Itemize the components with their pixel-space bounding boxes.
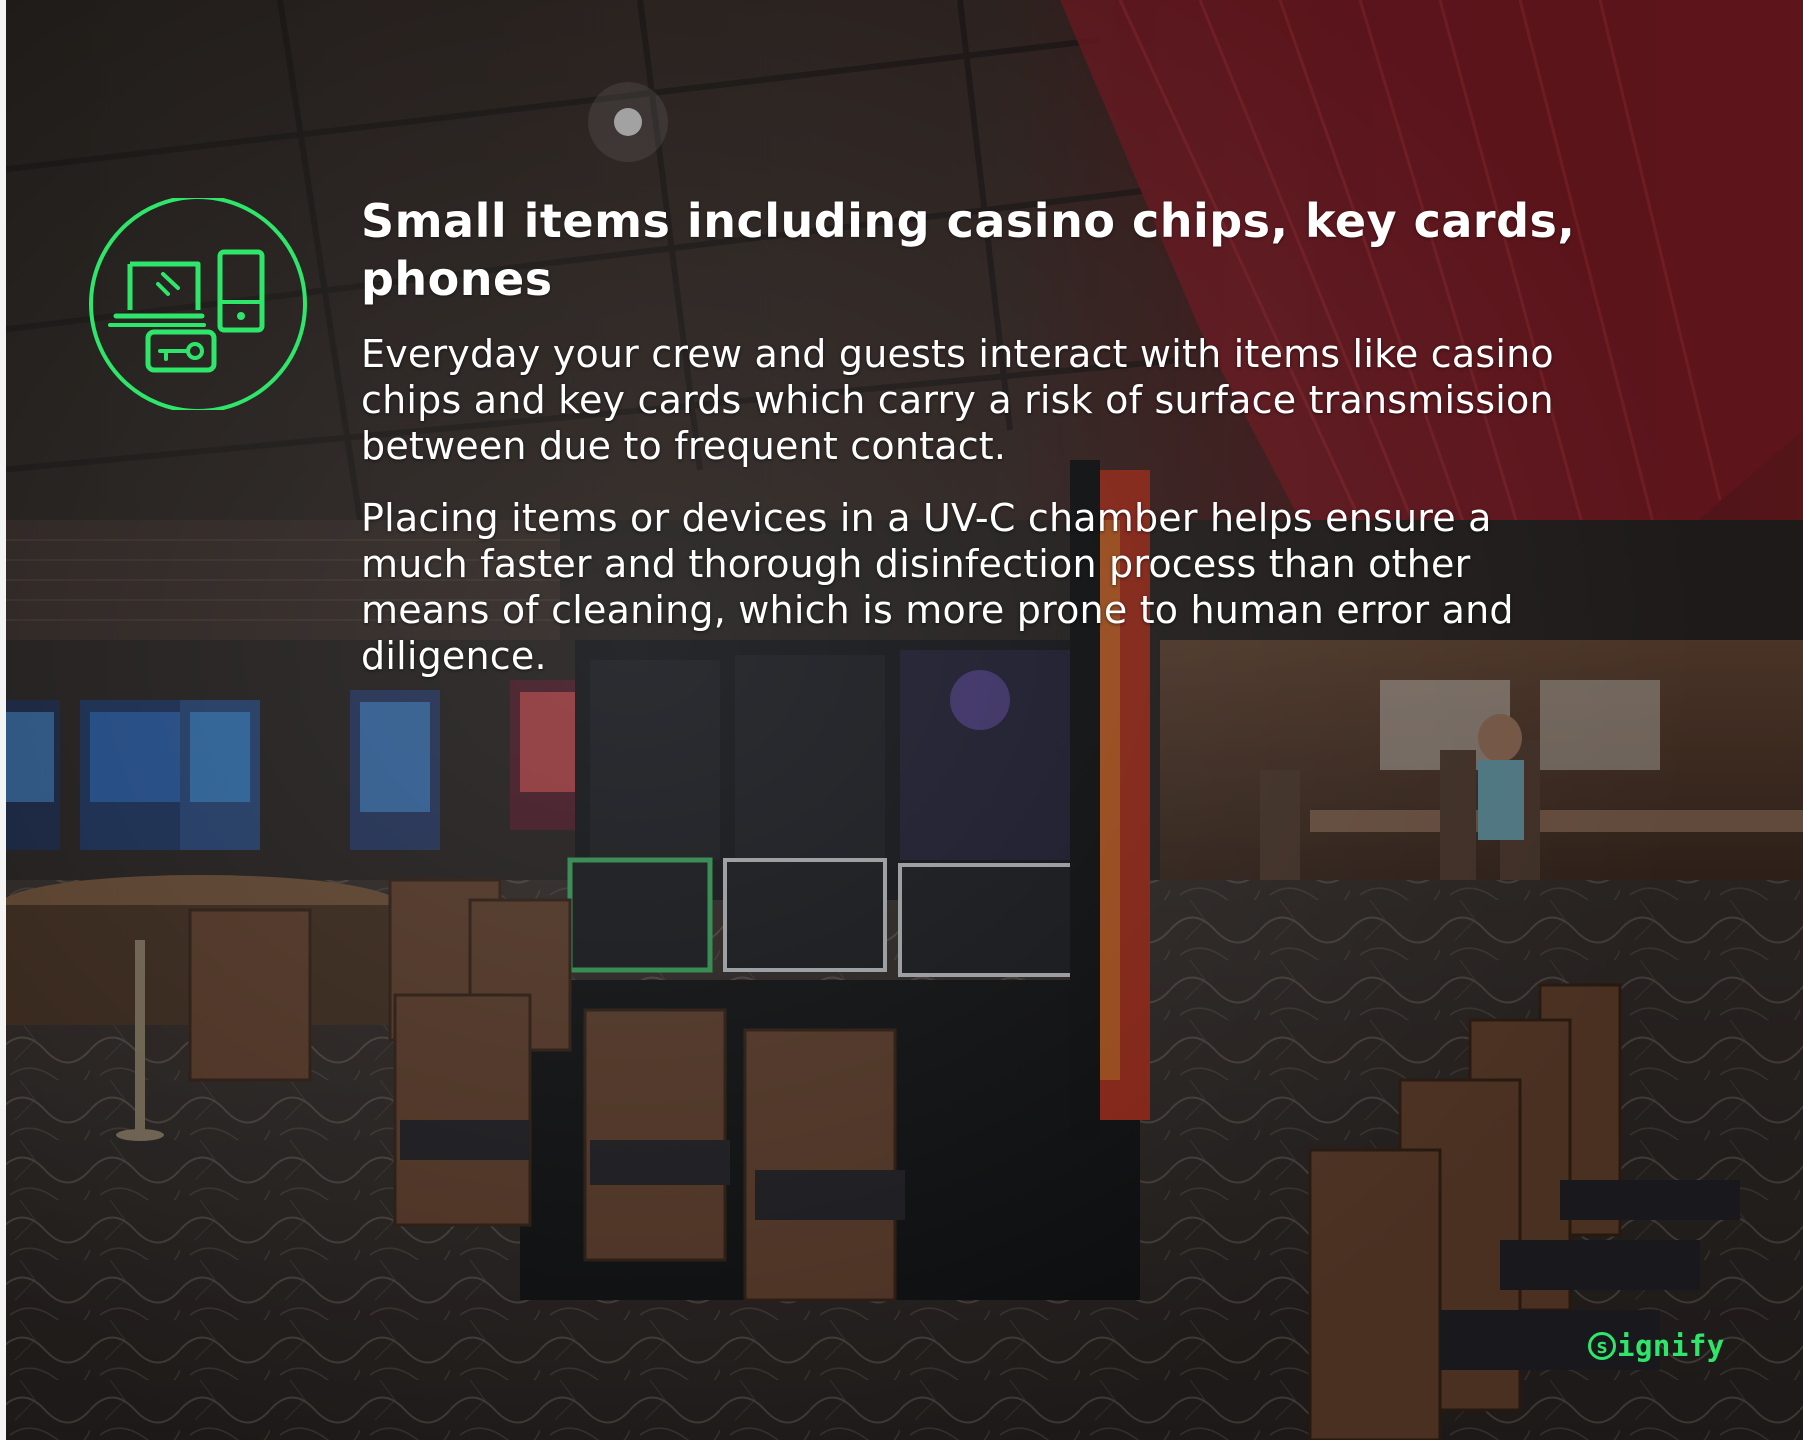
body-paragraph-surface-risk: Everyday your crew and guests interact w…	[361, 332, 1554, 468]
slide-headline: Small items including casino chips, key …	[361, 194, 1576, 306]
devices-keycard-icon	[88, 195, 308, 413]
logo-wordmark: ignify	[1617, 1329, 1725, 1363]
slide-text-block: Small items including casino chips, key …	[361, 192, 1601, 679]
signify-logo: s ignify	[1588, 1326, 1725, 1366]
logo-circle-letter: s	[1588, 1332, 1616, 1360]
body-paragraph-uvc-chamber: Placing items or devices in a UV-C chamb…	[361, 496, 1514, 678]
page-edge-strip	[0, 0, 6, 1440]
